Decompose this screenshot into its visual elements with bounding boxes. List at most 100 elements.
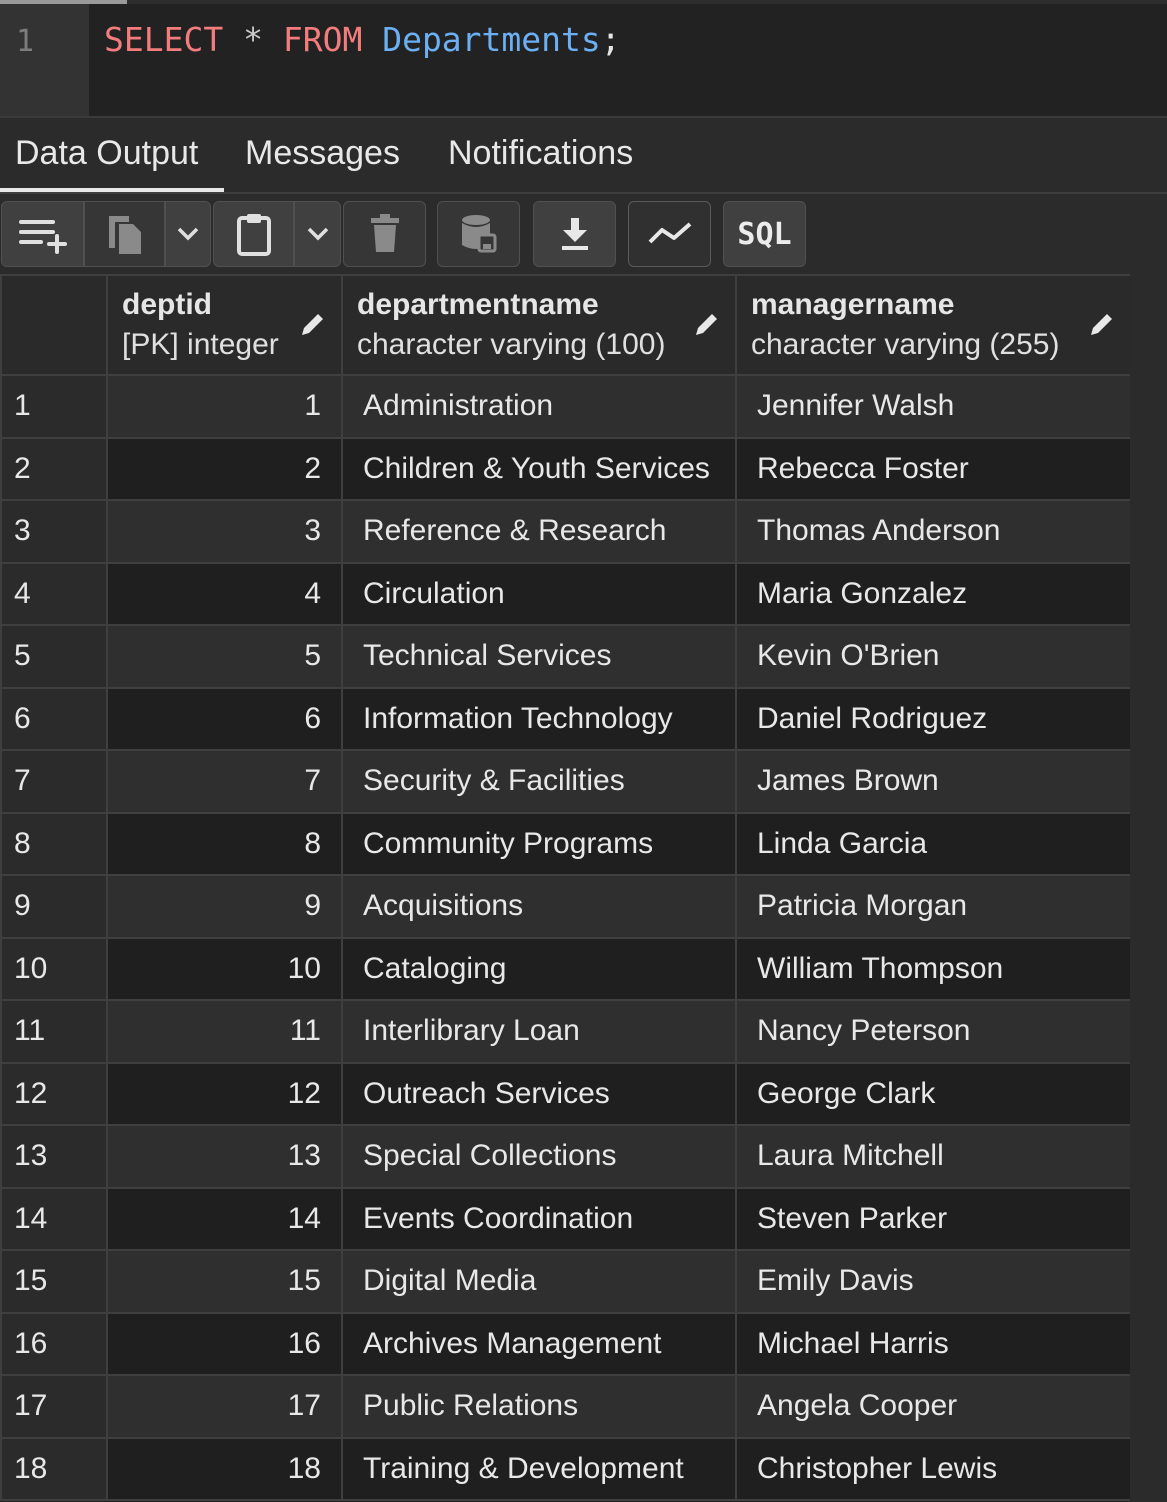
cell-departmentname[interactable]: Cataloging [341,936,737,1001]
table-row[interactable]: 15 15 Digital Media Emily Davis [0,1249,1132,1314]
cell-deptid[interactable]: 5 [106,624,343,689]
cell-managername[interactable]: Angela Cooper [735,1374,1132,1439]
cell-departmentname[interactable]: Information Technology [341,686,737,751]
row-number-cell[interactable]: 11 [0,999,108,1064]
cell-managername[interactable]: Christopher Lewis [735,1436,1132,1501]
pencil-icon[interactable] [693,310,721,343]
table-row[interactable]: 11 11 Interlibrary Loan Nancy Peterson [0,999,1132,1064]
cell-departmentname[interactable]: Archives Management [341,1311,737,1376]
tab-messages[interactable]: Messages [245,118,400,192]
table-row[interactable]: 8 8 Community Programs Linda Garcia [0,811,1132,876]
table-row[interactable]: 2 2 Children & Youth Services Rebecca Foste… [0,436,1132,501]
cell-managername[interactable]: Michael Harris [735,1311,1132,1376]
row-number-cell[interactable]: 9 [0,874,108,939]
row-number-cell[interactable]: 14 [0,1186,108,1251]
row-number-cell[interactable]: 1 [0,374,108,439]
cell-departmentname[interactable]: Interlibrary Loan [341,999,737,1064]
row-number-cell[interactable]: 18 [0,1436,108,1501]
cell-departmentname[interactable]: Special Collections [341,1124,737,1189]
row-number-cell[interactable]: 13 [0,1124,108,1189]
cell-departmentname[interactable]: Training & Development [341,1436,737,1501]
cell-deptid[interactable]: 8 [106,811,343,876]
row-number-header[interactable] [0,274,108,376]
table-row[interactable]: 12 12 Outreach Services George Clark [0,1061,1132,1126]
cell-departmentname[interactable]: Acquisitions [341,874,737,939]
table-row[interactable]: 3 3 Reference & Research Thomas Anderson [0,499,1132,564]
cell-managername[interactable]: Nancy Peterson [735,999,1132,1064]
row-number-cell[interactable]: 2 [0,436,108,501]
cell-deptid[interactable]: 7 [106,749,343,814]
table-row[interactable]: 13 13 Special Collections Laura Mitchell [0,1124,1132,1189]
sql-editor[interactable]: 1 SELECT * FROM Departments; [0,0,1167,118]
cell-managername[interactable]: Emily Davis [735,1249,1132,1314]
delete-row-button[interactable] [343,201,426,267]
table-row[interactable]: 10 10 Cataloging William Thompson [0,936,1132,1001]
cell-deptid[interactable]: 1 [106,374,343,439]
cell-departmentname[interactable]: Security & Facilities [341,749,737,814]
cell-departmentname[interactable]: Outreach Services [341,1061,737,1126]
cell-managername[interactable]: Patricia Morgan [735,874,1132,939]
save-data-button[interactable] [437,201,520,267]
cell-deptid[interactable]: 13 [106,1124,343,1189]
sql-code-line[interactable]: SELECT * FROM Departments; [104,20,621,59]
cell-deptid[interactable]: 4 [106,561,343,626]
cell-departmentname[interactable]: Administration [341,374,737,439]
row-number-cell[interactable]: 10 [0,936,108,1001]
table-row[interactable]: 17 17 Public Relations Angela Cooper [0,1374,1132,1439]
download-button[interactable] [533,201,616,267]
cell-deptid[interactable]: 9 [106,874,343,939]
cell-managername[interactable]: Thomas Anderson [735,499,1132,564]
cell-managername[interactable]: Laura Mitchell [735,1124,1132,1189]
cell-managername[interactable]: William Thompson [735,936,1132,1001]
column-header-departmentname[interactable]: departmentname character varying (100) [341,274,737,376]
pencil-icon[interactable] [299,310,327,343]
tab-data-output[interactable]: Data Output [0,118,224,192]
add-row-button[interactable] [1,201,84,267]
cell-departmentname[interactable]: Events Coordination [341,1186,737,1251]
row-number-cell[interactable]: 4 [0,561,108,626]
cell-departmentname[interactable]: Technical Services [341,624,737,689]
cell-deptid[interactable]: 14 [106,1186,343,1251]
cell-departmentname[interactable]: Children & Youth Services [341,436,737,501]
cell-deptid[interactable]: 6 [106,686,343,751]
row-number-cell[interactable]: 8 [0,811,108,876]
copy-button[interactable] [84,201,165,267]
table-row[interactable]: 18 18 Training & Development Christopher Le… [0,1436,1132,1501]
column-header-managername[interactable]: managername character varying (255) [735,274,1132,376]
cell-deptid[interactable]: 16 [106,1311,343,1376]
row-number-cell[interactable]: 12 [0,1061,108,1126]
paste-dropdown-button[interactable] [294,201,341,267]
paste-button[interactable] [213,201,294,267]
cell-deptid[interactable]: 2 [106,436,343,501]
cell-departmentname[interactable]: Circulation [341,561,737,626]
copy-dropdown-button[interactable] [165,201,211,267]
cell-departmentname[interactable]: Community Programs [341,811,737,876]
cell-departmentname[interactable]: Digital Media [341,1249,737,1314]
cell-managername[interactable]: Maria Gonzalez [735,561,1132,626]
cell-departmentname[interactable]: Public Relations [341,1374,737,1439]
row-number-cell[interactable]: 5 [0,624,108,689]
table-row[interactable]: 9 9 Acquisitions Patricia Morgan [0,874,1132,939]
row-number-cell[interactable]: 3 [0,499,108,564]
cell-managername[interactable]: George Clark [735,1061,1132,1126]
cell-managername[interactable]: Daniel Rodriguez [735,686,1132,751]
row-number-cell[interactable]: 15 [0,1249,108,1314]
column-header-deptid[interactable]: deptid [PK] integer [106,274,343,376]
table-row[interactable]: 6 6 Information Technology Daniel Rodriguez [0,686,1132,751]
table-row[interactable]: 7 7 Security & Facilities James Brown [0,749,1132,814]
tab-notifications[interactable]: Notifications [448,118,633,192]
cell-managername[interactable]: Steven Parker [735,1186,1132,1251]
cell-deptid[interactable]: 11 [106,999,343,1064]
table-row[interactable]: 5 5 Technical Services Kevin O'Brien [0,624,1132,689]
cell-managername[interactable]: Linda Garcia [735,811,1132,876]
cell-deptid[interactable]: 10 [106,936,343,1001]
cell-deptid[interactable]: 3 [106,499,343,564]
table-row[interactable]: 1 1 Administration Jennifer Walsh [0,374,1132,439]
cell-deptid[interactable]: 12 [106,1061,343,1126]
graph-visualiser-button[interactable] [628,201,711,267]
cell-managername[interactable]: Kevin O'Brien [735,624,1132,689]
table-row[interactable]: 4 4 Circulation Maria Gonzalez [0,561,1132,626]
table-row[interactable]: 16 16 Archives Management Michael Harris [0,1311,1132,1376]
row-number-cell[interactable]: 16 [0,1311,108,1376]
row-number-cell[interactable]: 6 [0,686,108,751]
